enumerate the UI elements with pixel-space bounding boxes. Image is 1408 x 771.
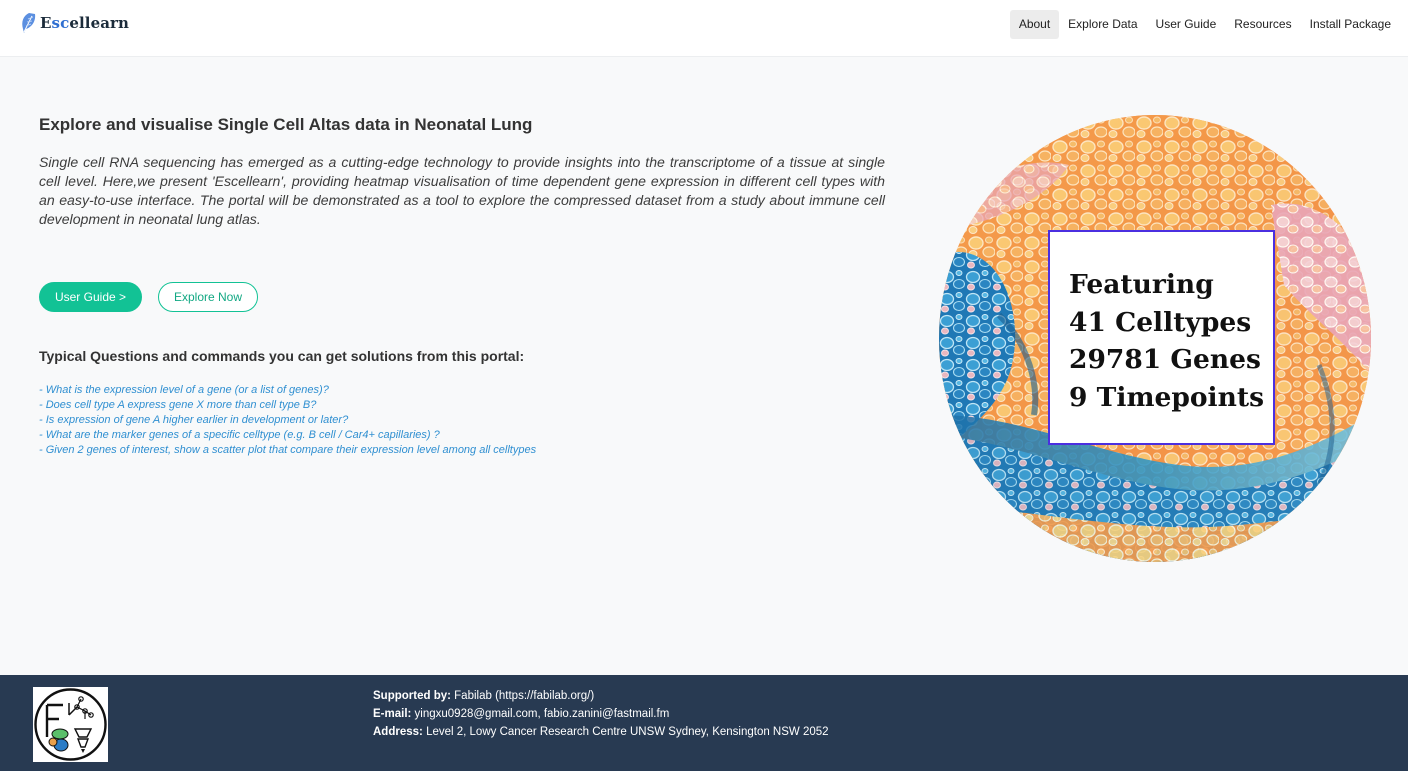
nav-item-about[interactable]: About (1009, 10, 1060, 39)
footer-email: E-mail: yingxu0928@gmail.com, fabio.zani… (373, 705, 829, 723)
question-item: - What is the expression level of a gene… (39, 384, 329, 396)
feature-line: 41 Celltypes (1069, 306, 1252, 338)
feature-line: 29781 Genes (1069, 344, 1261, 376)
user-guide-button[interactable]: User Guide > (39, 282, 142, 312)
footer-info: Supported by: Fabilab (https://fabilab.o… (373, 687, 829, 741)
brand-logo[interactable]: Escellearn (20, 11, 129, 35)
question-item: - Given 2 genes of interest, show a scat… (39, 444, 537, 456)
top-nav: About Explore Data User Guide Resources … (1009, 10, 1400, 39)
page-title: Explore and visualise Single Cell Altas … (39, 115, 533, 134)
email-label: E-mail: (373, 708, 412, 720)
feature-image: Featuring 41 Celltypes 29781 Genes 9 Tim… (939, 115, 1371, 562)
supported-value[interactable]: Fabilab (https://fabilab.org/) (454, 690, 594, 702)
questions-list: - What is the expression level of a gene… (39, 383, 536, 458)
nav-item-user-guide[interactable]: User Guide (1147, 10, 1226, 39)
brand-name: Escellearn (40, 14, 130, 32)
nav-item-resources[interactable]: Resources (1225, 10, 1300, 39)
explore-now-button[interactable]: Explore Now (158, 282, 258, 312)
feature-line: 9 Timepoints (1069, 382, 1265, 414)
footer-address: Address: Level 2, Lowy Cancer Research C… (373, 723, 829, 741)
address-value: Level 2, Lowy Cancer Research Centre UNS… (426, 726, 829, 738)
questions-title: Typical Questions and commands you can g… (39, 348, 525, 364)
navbar: Escellearn About Explore Data User Guide… (0, 0, 1408, 57)
question-item: - Does cell type A express gene X more t… (39, 399, 317, 411)
feature-box: Featuring 41 Celltypes 29781 Genes 9 Tim… (1048, 230, 1275, 445)
supported-label: Supported by: (373, 690, 451, 702)
feature-line: Featuring (1069, 269, 1214, 300)
question-item: - Is expression of gene A higher earlier… (39, 414, 349, 426)
footer: Supported by: Fabilab (https://fabilab.o… (0, 675, 1408, 771)
question-item: - What are the marker genes of a specifi… (39, 429, 440, 441)
nav-item-install-package[interactable]: Install Package (1301, 10, 1400, 39)
fabilab-logo-icon (34, 688, 107, 761)
footer-supported: Supported by: Fabilab (https://fabilab.o… (373, 687, 829, 705)
fabilab-logo[interactable] (33, 687, 108, 762)
address-label: Address: (373, 726, 423, 738)
nav-item-explore-data[interactable]: Explore Data (1059, 10, 1146, 39)
email-value[interactable]: yingxu0928@gmail.com, fabio.zanini@fastm… (415, 708, 670, 720)
feather-icon (22, 13, 36, 33)
intro-paragraph: Single cell RNA sequencing has emerged a… (39, 154, 885, 227)
